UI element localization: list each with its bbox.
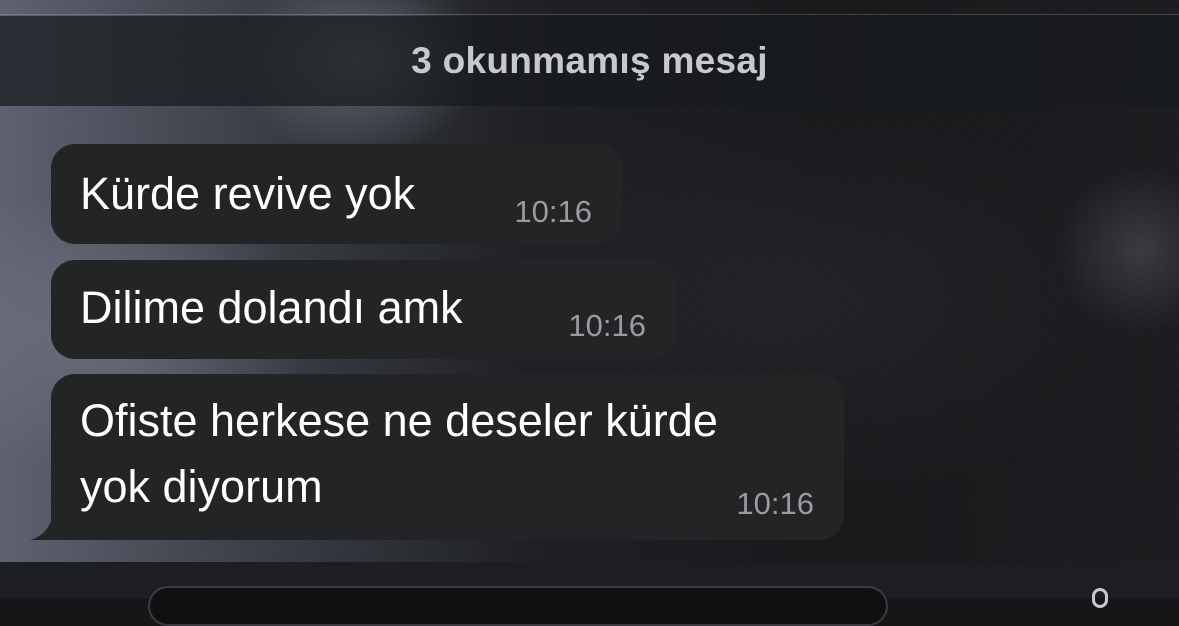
- message-text-line-1: Ofiste herkese ne deseler kürde: [80, 395, 718, 446]
- message-text: Kürde revive yok: [80, 168, 416, 219]
- message-timestamp: 10:16: [736, 486, 814, 521]
- microphone-icon[interactable]: [1092, 588, 1108, 608]
- divider: [0, 14, 1179, 15]
- message-timestamp: 10:16: [568, 308, 646, 343]
- message-timestamp: 10:16: [514, 194, 592, 229]
- unread-messages-banner: 3 okunmamış mesaj: [0, 16, 1179, 106]
- message-text-line-2: yok diyorum: [80, 461, 323, 512]
- message-text: Dilime dolandı amk: [80, 282, 463, 333]
- message-bubble[interactable]: Kürde revive yok 10:16: [51, 144, 622, 244]
- message-bubble[interactable]: Dilime dolandı amk 10:16: [51, 260, 676, 359]
- message-bubble[interactable]: Ofiste herkese ne deseler kürde yok diyo…: [51, 374, 844, 540]
- message-input[interactable]: [148, 586, 888, 626]
- unread-messages-label: 3 okunmamış mesaj: [411, 40, 768, 81]
